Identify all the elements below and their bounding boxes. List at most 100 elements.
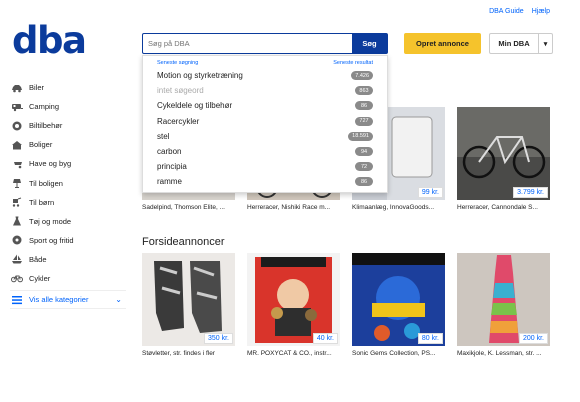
suggestion-label: stel xyxy=(157,131,170,141)
sidebar-item-label: Både xyxy=(29,254,47,264)
suggestion-count: 18.591 xyxy=(348,131,373,141)
lamp-icon xyxy=(10,178,24,189)
sidebar-item-til-boligen[interactable]: Til boligen xyxy=(10,173,126,192)
search-bar: Søg xyxy=(142,33,388,54)
sidebar-item-label: Tøj og mode xyxy=(29,216,72,226)
recent-search-heading: Seneste søgning xyxy=(157,60,199,66)
sidebar-item-sport-og-fritid[interactable]: Sport og fritid xyxy=(10,231,126,250)
suggestion-count: 86 xyxy=(355,177,373,187)
sidebar-item-have-og-byg[interactable]: Have og byg xyxy=(10,154,126,173)
sidebar-item-label: Til børn xyxy=(29,197,55,207)
listing-caption[interactable]: Maxikjole, K. Lessman, str. ... xyxy=(457,350,550,357)
bicycle-icon xyxy=(10,273,24,283)
recent-result-heading: Seneste resultat xyxy=(333,60,373,66)
sidebar-item-biler[interactable]: Biler xyxy=(10,78,126,97)
dba-logo[interactable]: dba xyxy=(12,22,87,59)
listing-price: 40 kr. xyxy=(312,333,338,344)
wheelbarrow-icon xyxy=(10,159,24,169)
suggestion-label: intet søgeord xyxy=(157,86,204,96)
dba-frontpage: dba DBA Guide Hjælp Søg Opret annonce Mi… xyxy=(0,0,580,402)
suggestion-item[interactable]: Motion og styrketræning 7.426 xyxy=(143,68,387,83)
suggestions-header: Seneste søgning Seneste resultat xyxy=(143,56,387,68)
search-input[interactable] xyxy=(143,34,352,53)
sidebar-item-label: Biler xyxy=(29,83,45,93)
listing-caption[interactable]: MR. POXYCAT & CO., instr... xyxy=(247,350,340,357)
my-dba-button[interactable]: Min DBA ▾ xyxy=(489,33,553,54)
listing-caption[interactable]: Herreracer, Cannondale S... xyxy=(457,204,550,211)
suggestion-label: Racercykler xyxy=(157,116,200,126)
stroller-icon xyxy=(10,197,24,207)
caravan-icon xyxy=(10,102,24,112)
top-links: DBA Guide Hjælp xyxy=(489,8,550,15)
listing-price: 3.799 kr. xyxy=(513,187,548,198)
suggestion-label: carbon xyxy=(157,147,182,157)
listing-caption[interactable]: Sonic Gems Collection, PS... xyxy=(352,350,445,357)
suggestion-item[interactable]: ramme 86 xyxy=(143,174,387,189)
boat-icon xyxy=(10,254,24,264)
suggestion-label: Motion og styrketræning xyxy=(157,71,243,81)
dress-icon xyxy=(10,216,24,226)
sidebar-item-label: Til boligen xyxy=(29,178,63,188)
tire-icon xyxy=(10,121,24,131)
sidebar-item-label: Camping xyxy=(29,102,60,112)
sidebar-item-label: Biltilbehør xyxy=(29,121,63,131)
listing-image[interactable]: 200 kr. xyxy=(457,253,550,346)
listing-price: 350 kr. xyxy=(203,333,233,344)
suggestion-item[interactable]: Cykeldele og tilbehør 86 xyxy=(143,98,387,113)
sidebar-item-boliger[interactable]: Boliger xyxy=(10,135,126,154)
ball-icon xyxy=(10,235,24,245)
list-icon xyxy=(10,295,24,305)
my-dba-label[interactable]: Min DBA xyxy=(490,34,538,53)
suggestion-item[interactable]: Racercykler 727 xyxy=(143,114,387,129)
listing-image[interactable]: 40 kr. xyxy=(247,253,340,346)
listing-caption[interactable]: Sadelpind, Thomson Elite, ... xyxy=(142,204,235,211)
help-link[interactable]: Hjælp xyxy=(532,8,550,15)
create-ad-button[interactable]: Opret annonce xyxy=(404,33,481,54)
sidebar-item-cykler[interactable]: Cykler xyxy=(10,269,126,288)
category-sidebar: Biler Camping Biltilbehør Boliger Have o… xyxy=(10,78,126,310)
house-icon xyxy=(10,140,24,150)
listing-image[interactable]: 350 kr. xyxy=(142,253,235,346)
sidebar-item-camping[interactable]: Camping xyxy=(10,97,126,116)
chevron-down-icon: ⌄ xyxy=(115,295,122,305)
listing-caption[interactable]: Herreracer, Nishiki Race m... xyxy=(247,204,340,211)
listing-card[interactable]: 80 kr. Sonic Gems Collection, PS... xyxy=(352,253,445,357)
chevron-down-icon[interactable]: ▾ xyxy=(538,34,552,53)
listing-price: 200 kr. xyxy=(518,333,548,344)
suggestion-count: 727 xyxy=(355,116,373,126)
show-all-categories-link[interactable]: Vis alle kategorier ⌄ xyxy=(10,290,126,310)
sidebar-item-biltilbehor[interactable]: Biltilbehør xyxy=(10,116,126,135)
listing-caption[interactable]: Klimaanlæg, InnovaGoods... xyxy=(352,204,445,211)
suggestion-item[interactable]: intet søgeord 863 xyxy=(143,83,387,98)
listing-card[interactable]: 40 kr. MR. POXYCAT & CO., instr... xyxy=(247,253,340,357)
dba-guide-link[interactable]: DBA Guide xyxy=(489,8,524,15)
listing-price: 80 kr. xyxy=(417,333,443,344)
suggestion-item[interactable]: stel 18.591 xyxy=(143,129,387,144)
suggestion-item[interactable]: carbon 94 xyxy=(143,144,387,159)
suggestion-count: 863 xyxy=(355,86,373,96)
sidebar-item-label: Sport og fritid xyxy=(29,235,74,245)
listing-caption[interactable]: Støvletter, str. findes i fler xyxy=(142,350,235,357)
suggestion-label: ramme xyxy=(157,177,182,187)
car-icon xyxy=(10,83,24,93)
suggestion-count: 7.426 xyxy=(351,71,373,81)
suggestion-count: 94 xyxy=(355,147,373,157)
listing-image[interactable]: 80 kr. xyxy=(352,253,445,346)
sidebar-item-label: Have og byg xyxy=(29,159,72,169)
listing-image[interactable]: 3.799 kr. xyxy=(457,107,550,200)
listing-card[interactable]: 3.799 kr. Herreracer, Cannondale S... xyxy=(457,107,550,211)
show-all-categories-label: Vis alle kategorier xyxy=(29,295,89,305)
sidebar-item-label: Boliger xyxy=(29,140,53,150)
suggestion-count: 86 xyxy=(355,101,373,111)
sidebar-item-til-born[interactable]: Til børn xyxy=(10,193,126,212)
sidebar-item-label: Cykler xyxy=(29,273,51,283)
listing-card[interactable]: 200 kr. Maxikjole, K. Lessman, str. ... xyxy=(457,253,550,357)
listing-price: 99 kr. xyxy=(417,187,443,198)
sidebar-item-toj-og-mode[interactable]: Tøj og mode xyxy=(10,212,126,231)
sidebar-item-baade[interactable]: Både xyxy=(10,250,126,269)
listing-card[interactable]: 350 kr. Støvletter, str. findes i fler xyxy=(142,253,235,357)
suggestion-label: Cykeldele og tilbehør xyxy=(157,101,233,111)
suggestion-item[interactable]: principia 72 xyxy=(143,159,387,174)
suggestion-label: principia xyxy=(157,162,187,172)
search-button[interactable]: Søg xyxy=(352,34,387,53)
